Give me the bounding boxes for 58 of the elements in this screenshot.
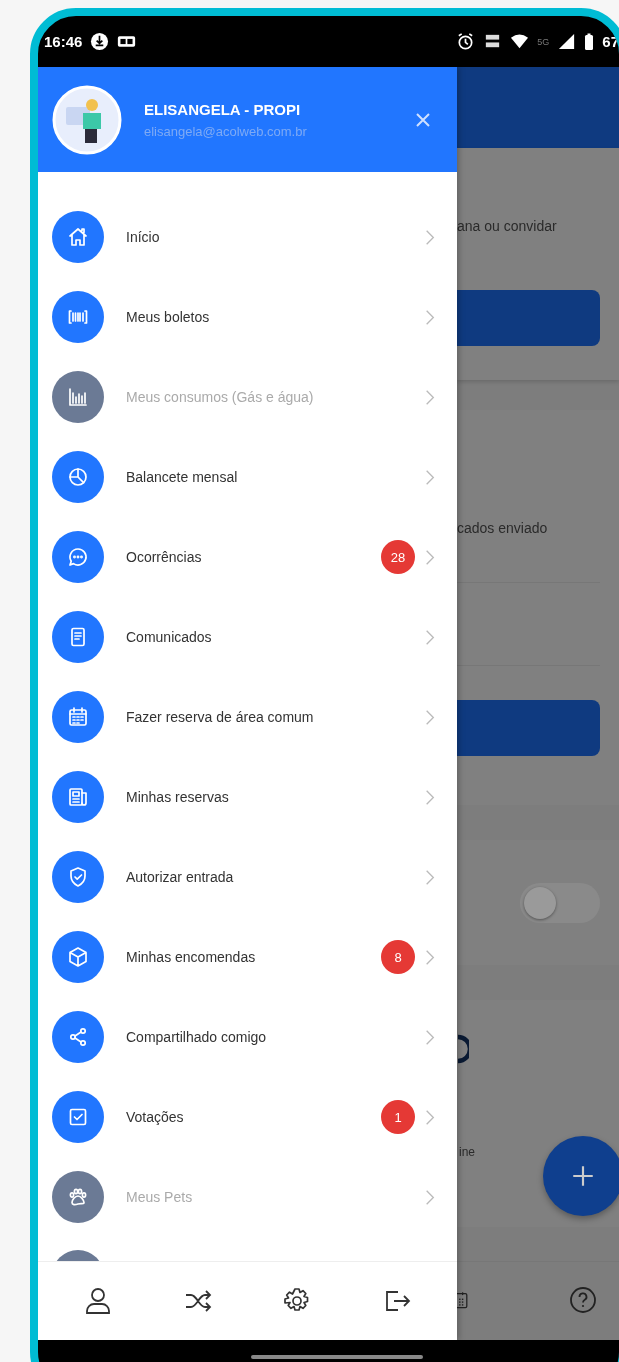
- menu-icon: [52, 1011, 104, 1063]
- menu-icon: [52, 291, 104, 343]
- count-badge: 8: [381, 940, 415, 974]
- ring-icon: [457, 1034, 469, 1064]
- menu-item[interactable]: Início: [38, 197, 457, 277]
- user-email: elisangela@acolweb.com.br: [144, 123, 308, 139]
- chevron-icon: [425, 228, 435, 246]
- card-text: cados enviado: [457, 520, 548, 536]
- chevron-icon: [425, 948, 435, 966]
- chevron-icon: [425, 1028, 435, 1046]
- chevron-icon: [425, 1108, 435, 1126]
- status-time: 16:46: [44, 33, 83, 50]
- chevron-icon: [425, 628, 435, 646]
- network-type: 5G: [537, 36, 550, 47]
- menu-item[interactable]: Meus boletos: [38, 277, 457, 357]
- avatar: [52, 84, 122, 155]
- battery-icon: [584, 32, 595, 51]
- menu-item[interactable]: Fazer reserva de área comum: [38, 677, 457, 757]
- plus-icon: [570, 1163, 596, 1189]
- menu-item[interactable]: Compartilhado comigo: [38, 997, 457, 1077]
- menu-icon: [52, 691, 104, 743]
- signal-icon: [557, 32, 577, 51]
- chevron-icon: [425, 468, 435, 486]
- menu-icon: [52, 451, 104, 503]
- menu-icon: [52, 931, 104, 983]
- menu-item[interactable]: Balancete mensal: [38, 437, 457, 517]
- chevron-icon: [425, 388, 435, 406]
- menu-item[interactable]: Minhas encomendas 8: [38, 917, 457, 997]
- menu-item[interactable]: Votações 1: [38, 1077, 457, 1157]
- menu-item[interactable]: Minhas reservas: [38, 757, 457, 837]
- menu-icon: [52, 211, 104, 263]
- add-button[interactable]: [543, 1136, 619, 1216]
- menu-item[interactable]: Comunicados: [38, 597, 457, 677]
- card-text: ine: [459, 1145, 475, 1159]
- user-name: ELISANGELA - PROPI: [144, 100, 302, 118]
- menu-icon: [52, 1091, 104, 1143]
- wifi-icon: [510, 32, 530, 51]
- menu-icon: [52, 771, 104, 823]
- card-text: ana ou convidar: [457, 218, 557, 234]
- chevron-icon: [425, 868, 435, 886]
- menu-icon: [52, 851, 104, 903]
- menu-icon: [52, 371, 104, 423]
- alarm-icon: [456, 32, 476, 51]
- count-badge: 1: [381, 1100, 415, 1134]
- count-badge: 28: [381, 540, 415, 574]
- download-icon: [90, 32, 110, 51]
- chevron-icon: [425, 1188, 435, 1206]
- help-icon[interactable]: [569, 1286, 597, 1314]
- chevron-icon: [425, 708, 435, 726]
- menu-icon: [52, 531, 104, 583]
- toggle-switch[interactable]: [520, 882, 600, 923]
- chevron-icon: [425, 788, 435, 806]
- menu-item[interactable]: Autorizar entrada: [38, 837, 457, 917]
- menu-icon: [52, 611, 104, 663]
- chevron-icon: [425, 548, 435, 566]
- menu-item[interactable]: Ocorrências 28: [38, 517, 457, 597]
- chevron-icon: [425, 308, 435, 326]
- menu-icon: [52, 1171, 104, 1223]
